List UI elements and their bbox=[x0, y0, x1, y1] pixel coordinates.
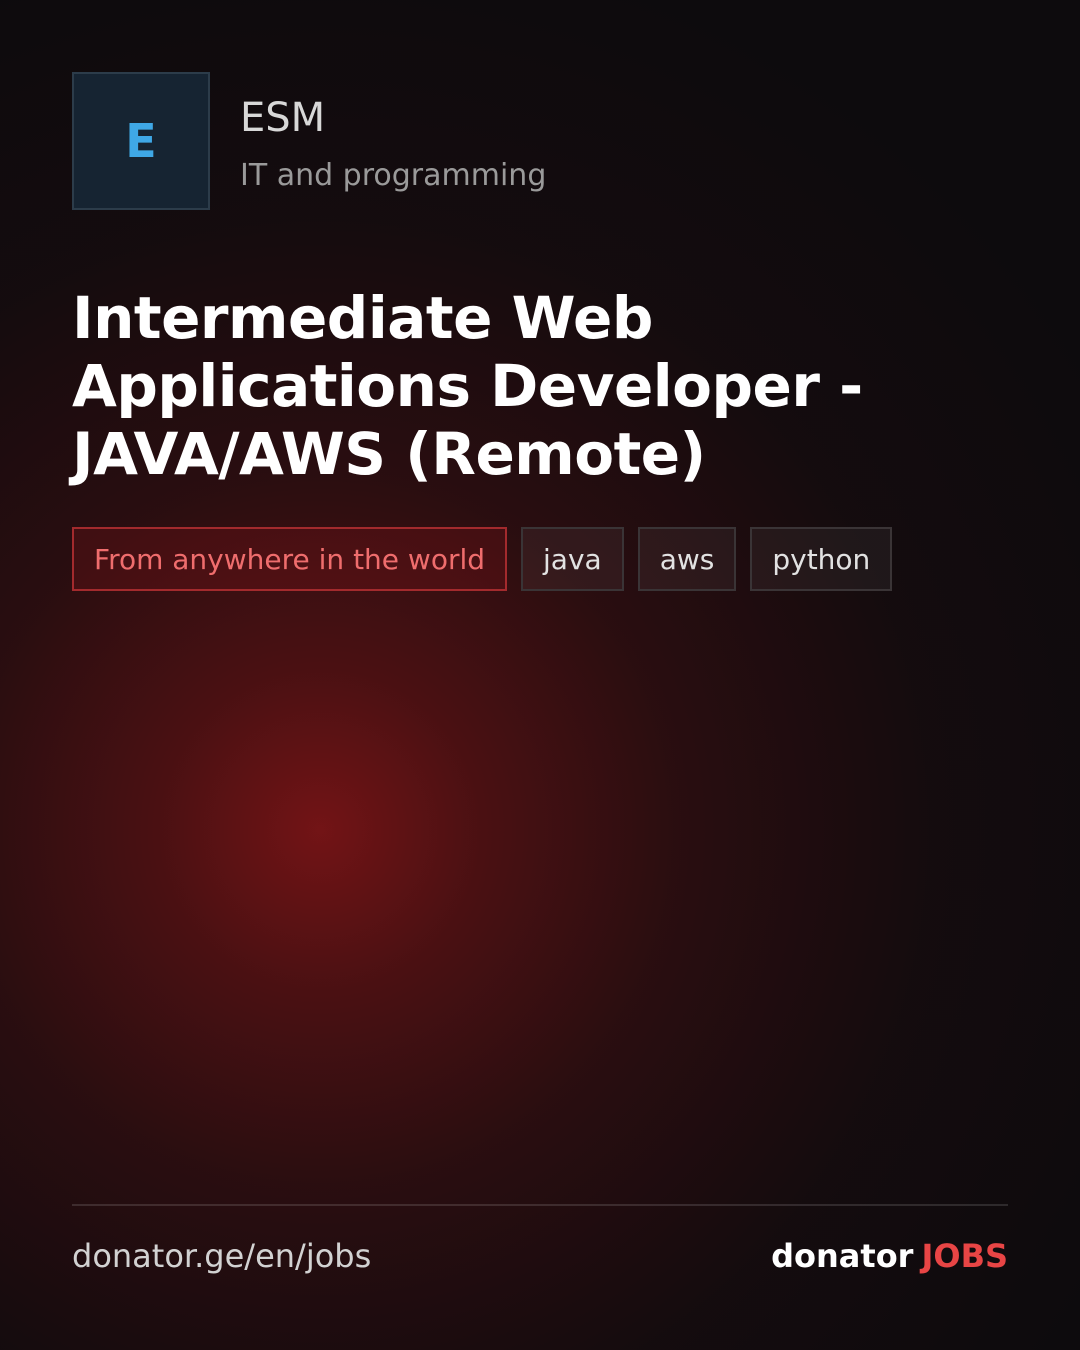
skill-tag-aws: aws bbox=[637, 527, 737, 591]
skill-tag-java: java bbox=[521, 527, 624, 591]
company-header: E ESM IT and programming bbox=[72, 72, 1008, 212]
location-tag: From anywhere in the world bbox=[72, 527, 508, 591]
company-logo: E bbox=[72, 72, 210, 210]
brand-name: donator bbox=[771, 1237, 914, 1275]
brand-suffix: JOBS bbox=[921, 1237, 1008, 1275]
job-title: Intermediate Web Applications Developer … bbox=[72, 284, 863, 488]
tag-list: From anywhere in the world java aws pyth… bbox=[72, 527, 893, 591]
footer-divider bbox=[72, 1204, 1008, 1206]
company-logo-letter: E bbox=[125, 114, 157, 168]
company-category: IT and programming bbox=[240, 158, 547, 193]
job-card: E ESM IT and programming Intermediate We… bbox=[72, 72, 1008, 1278]
footer-url: donator.ge/en/jobs bbox=[72, 1237, 372, 1275]
company-name: ESM bbox=[240, 95, 326, 141]
skill-tag-python: python bbox=[750, 527, 893, 591]
brand-logo: donator JOBS bbox=[771, 1234, 1008, 1278]
